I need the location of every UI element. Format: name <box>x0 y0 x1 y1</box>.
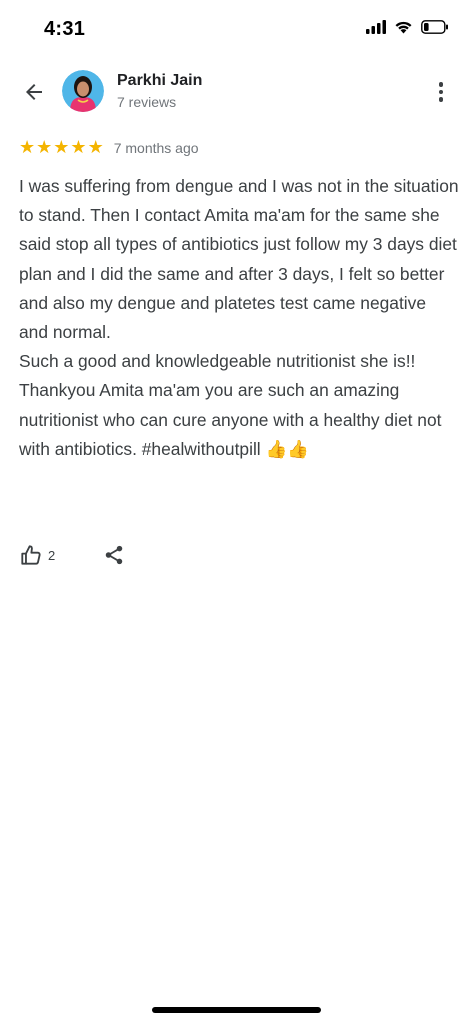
review-paragraph: Thankyou Amita ma'am you are such an ama… <box>19 376 459 465</box>
review-paragraph: I was suffering from dengue and I was no… <box>19 176 459 343</box>
star-rating: ★ ★ ★ ★ ★ <box>19 138 104 158</box>
star-icon: ★ <box>36 137 53 158</box>
reviewer-review-count: 7 reviews <box>117 94 177 110</box>
more-options-icon <box>438 82 444 87</box>
wifi-icon <box>395 21 412 34</box>
thumbs-up-emoji: 👍👍 <box>265 439 309 460</box>
more-options-icon-dot <box>438 89 444 95</box>
arrow-back-icon <box>26 84 42 100</box>
avatar[interactable] <box>62 70 104 112</box>
thumb-up-icon <box>21 545 41 565</box>
review-paragraph-text: Thankyou Amita ma'am you are such an ama… <box>19 380 442 459</box>
signal-icon <box>366 20 386 34</box>
like-count: 2 <box>48 547 56 563</box>
like-button[interactable]: 2 <box>20 544 55 566</box>
more-options-icon-dot <box>438 97 444 102</box>
review-time-ago: 7 months ago <box>113 140 199 156</box>
more-options-button[interactable] <box>431 76 451 108</box>
star-icon: ★ <box>87 137 104 158</box>
back-button[interactable] <box>18 76 50 108</box>
review-paragraph: Such a good and knowledgeable nutritioni… <box>19 351 416 372</box>
review-header: Parkhi Jain 7 reviews <box>0 66 473 118</box>
status-icons <box>366 20 449 34</box>
star-icon: ★ <box>53 137 70 158</box>
review-text: I was suffering from dengue and I was no… <box>19 172 459 465</box>
battery-icon <box>421 20 448 34</box>
home-indicator[interactable] <box>152 1007 321 1013</box>
status-bar: 4:31 <box>0 0 473 60</box>
star-icon: ★ <box>70 137 87 158</box>
star-icon: ★ <box>19 137 36 158</box>
share-icon <box>105 545 123 565</box>
rating-row: ★ ★ ★ ★ ★ 7 months ago <box>19 138 199 158</box>
share-button[interactable] <box>103 544 125 566</box>
reviewer-photo-icon <box>62 70 104 112</box>
status-time: 4:31 <box>44 18 86 40</box>
reviewer-name[interactable]: Parkhi Jain <box>117 72 202 90</box>
review-actions: 2 <box>20 544 125 566</box>
